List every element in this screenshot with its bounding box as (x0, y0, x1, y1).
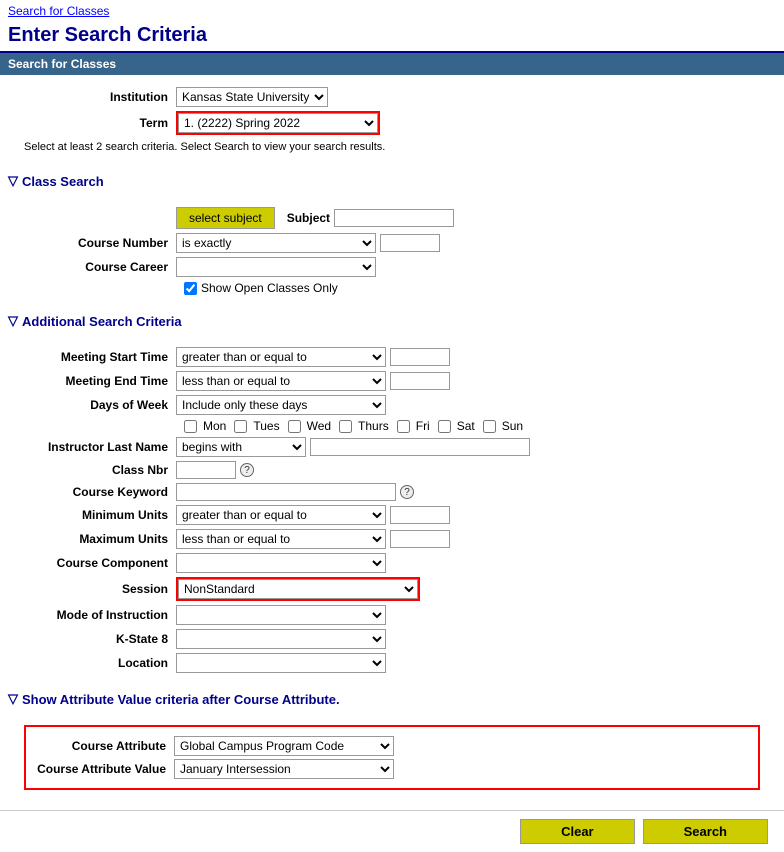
attribute-section-border: Course Attribute Global Campus Program C… (24, 725, 760, 790)
show-attribute-header[interactable]: ▽ Show Attribute Value criteria after Co… (0, 685, 784, 713)
class-search-header[interactable]: ▽ Class Search (0, 167, 784, 195)
session-select[interactable]: NonStandard Regular Academic Session Win… (178, 579, 418, 599)
day-sat-checkbox[interactable] (438, 420, 451, 433)
course-attribute-label: Course Attribute (34, 739, 174, 753)
subject-label: Subject (287, 211, 330, 225)
course-number-label: Course Number (16, 236, 176, 250)
class-nbr-input[interactable] (176, 461, 236, 479)
course-number-input[interactable] (380, 234, 440, 252)
clear-button[interactable]: Clear (520, 819, 635, 844)
show-open-classes-label: Show Open Classes Only (201, 281, 338, 295)
day-fri-checkbox[interactable] (397, 420, 410, 433)
day-mon-checkbox[interactable] (184, 420, 197, 433)
course-keyword-input[interactable] (176, 483, 396, 501)
class-search-arrow: ▽ (8, 173, 18, 189)
show-attribute-arrow: ▽ (8, 691, 18, 707)
course-number-select[interactable]: is exactly begins with contains greater … (176, 233, 376, 253)
meeting-start-input[interactable] (390, 348, 450, 366)
days-of-week-label: Days of Week (16, 398, 176, 412)
search-button[interactable]: Search (643, 819, 768, 844)
session-label: Session (16, 582, 176, 596)
session-highlighted-border: NonStandard Regular Academic Session Win… (176, 577, 420, 601)
mode-of-instruction-select[interactable] (176, 605, 386, 625)
meeting-start-select[interactable]: greater than or equal to less than or eq… (176, 347, 386, 367)
course-component-select[interactable] (176, 553, 386, 573)
meeting-end-input[interactable] (390, 372, 450, 390)
term-highlighted-border: 1. (2222) Spring 2022 (176, 111, 380, 135)
day-sun-checkbox[interactable] (483, 420, 496, 433)
bottom-bar: Clear Search (0, 810, 784, 852)
class-nbr-help-icon[interactable]: ? (240, 463, 254, 477)
kstate8-label: K-State 8 (16, 632, 176, 646)
kstate8-select[interactable] (176, 629, 386, 649)
course-attribute-value-row: Course Attribute Value January Intersess… (34, 759, 750, 779)
days-row: Mon Tues Wed Thurs Fri Sat Sun (184, 419, 768, 433)
instructor-input[interactable] (310, 438, 530, 456)
meeting-start-label: Meeting Start Time (16, 350, 176, 364)
institution-select[interactable]: Kansas State University (176, 87, 328, 107)
course-attribute-value-select[interactable]: January Intersession Other Value (174, 759, 394, 779)
instructor-last-name-label: Instructor Last Name (16, 440, 176, 454)
location-select[interactable] (176, 653, 386, 673)
course-keyword-label: Course Keyword (16, 485, 176, 499)
info-text: Select at least 2 search criteria. Selec… (16, 139, 768, 159)
instructor-select[interactable]: begins with contains is exactly (176, 437, 306, 457)
day-thurs-checkbox[interactable] (339, 420, 352, 433)
meeting-end-label: Meeting End Time (16, 374, 176, 388)
show-open-classes-checkbox[interactable] (184, 282, 197, 295)
course-attribute-value-label: Course Attribute Value (34, 762, 174, 776)
term-label: Term (16, 116, 176, 130)
page-title: Enter Search Criteria (0, 22, 784, 53)
meeting-end-select[interactable]: less than or equal to greater than or eq… (176, 371, 386, 391)
maximum-units-input[interactable] (390, 530, 450, 548)
class-nbr-label: Class Nbr (16, 463, 176, 477)
day-tues-checkbox[interactable] (234, 420, 247, 433)
day-wed-checkbox[interactable] (288, 420, 301, 433)
term-select[interactable]: 1. (2222) Spring 2022 (178, 113, 378, 133)
course-career-select[interactable] (176, 257, 376, 277)
breadcrumb[interactable]: Search for Classes (0, 0, 784, 22)
course-component-label: Course Component (16, 556, 176, 570)
select-subject-button[interactable]: select subject (176, 207, 275, 229)
course-keyword-help-icon[interactable]: ? (400, 485, 414, 499)
maximum-units-select[interactable]: less than or equal to greater than or eq… (176, 529, 386, 549)
course-career-label: Course Career (16, 260, 176, 274)
days-of-week-select[interactable]: Include only these days Exclude these da… (176, 395, 386, 415)
minimum-units-select[interactable]: greater than or equal to less than or eq… (176, 505, 386, 525)
institution-label: Institution (16, 90, 176, 104)
minimum-units-label: Minimum Units (16, 508, 176, 522)
mode-of-instruction-label: Mode of Instruction (16, 608, 176, 622)
section-header: Search for Classes (0, 53, 784, 75)
maximum-units-label: Maximum Units (16, 532, 176, 546)
additional-search-arrow: ▽ (8, 313, 18, 329)
location-label: Location (16, 656, 176, 670)
subject-input[interactable] (334, 209, 454, 227)
course-attribute-select[interactable]: Global Campus Program Code Other Option (174, 736, 394, 756)
minimum-units-input[interactable] (390, 506, 450, 524)
course-attribute-row: Course Attribute Global Campus Program C… (34, 736, 750, 756)
additional-search-header[interactable]: ▽ Additional Search Criteria (0, 307, 784, 335)
show-open-classes-row: Show Open Classes Only (184, 281, 768, 295)
